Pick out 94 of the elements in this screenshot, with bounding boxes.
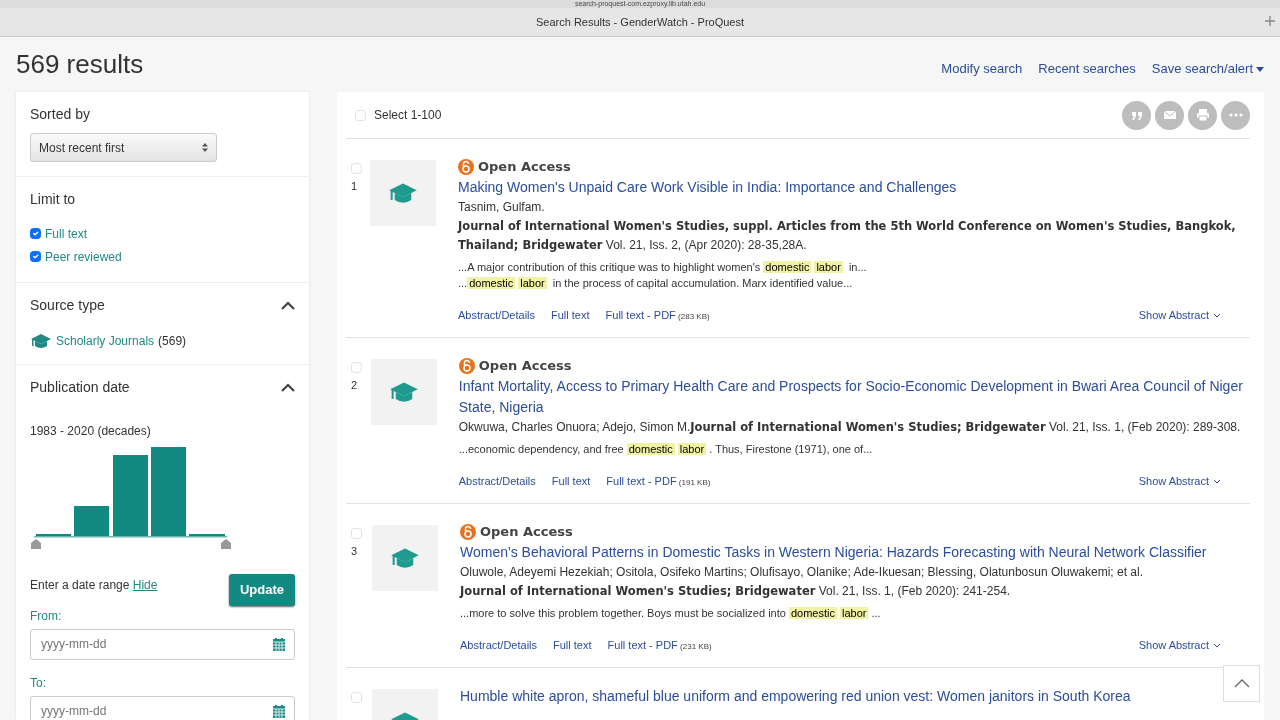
more-button[interactable] (1221, 100, 1250, 130)
select-all-label: Select 1-100 (374, 107, 442, 124)
chevron-up-icon[interactable] (281, 382, 295, 393)
document-link[interactable]: Full text (553, 636, 592, 653)
snippet-text: ...more to solve this problem together. Boys must be socialized into (460, 606, 787, 619)
open-access-label: Open Access (478, 357, 572, 375)
highlighted-term: domestic (626, 442, 675, 455)
document-link[interactable]: Full text - PDF (283 KB) (605, 306, 710, 323)
document-link[interactable]: Abstract/Details (458, 306, 536, 323)
file-size: (283 KB) (677, 311, 710, 321)
checkbox[interactable] (30, 228, 41, 239)
document-link[interactable]: Abstract/Details (458, 472, 536, 489)
range-label: 1983 - 2020 (decades) (30, 423, 152, 440)
document-link[interactable]: Full text (551, 306, 590, 323)
date-field[interactable]: yyyy-mm-dd (30, 695, 295, 720)
quote-button[interactable] (1122, 100, 1151, 130)
snippet-text: in the process of capital accumulation. Marx identified value... (551, 276, 853, 289)
sort-arrows-icon (202, 143, 208, 152)
chevron-down-icon (1214, 643, 1220, 648)
file-size: (191 KB) (677, 477, 711, 487)
highlighted-term: labor (839, 606, 869, 619)
citation-text: Journal of International Women's Studies, suppl. Articles from the 5th World Conference on Women's Studies, Bangkok, Thailand; Bridgewater Vol. 21, Iss. 2, (Apr 2020): 28-35,28A. (458, 217, 1237, 254)
field-label: From: (30, 607, 63, 625)
email-button[interactable] (1155, 100, 1184, 130)
action-link[interactable]: Modify search (941, 58, 1023, 79)
record-number: 2 (351, 378, 358, 393)
section-heading: Sorted by (30, 105, 91, 124)
document-link[interactable]: Full text (551, 472, 591, 489)
record-title[interactable]: Humble white apron, shameful blue uniform and empowering red union vest: Women janitors in South Korea (460, 686, 1131, 707)
highlighted-term: domestic (467, 276, 516, 289)
chevron-up-icon (1233, 679, 1250, 688)
graduation-cap-icon (389, 547, 421, 569)
snippet-text: ...A major contribution of this critique was to highlight women's (458, 260, 762, 273)
snippet-text: ...economic dependency, and free (458, 442, 625, 455)
citation-text: Oluwole, Adeyemi Hezekiah; Ositola, Osifeko Martins; Olufisayo, Olanike; Ade-Ikuesan; Blessing, Olatunbosun Oluwakemi; et al. (460, 563, 1144, 581)
open-access-icon (458, 158, 474, 175)
hide-link[interactable]: Hide (132, 578, 158, 592)
histogram-bar (74, 506, 109, 537)
sort-dropdown[interactable]: Most recent first (30, 133, 217, 162)
scroll-top-button[interactable] (1223, 665, 1260, 702)
record-number: 1 (351, 179, 358, 194)
citation-text: Journal of International Women's Studies; Bridgewater Vol. 21, Iss. 1, (Feb 2020): 241-254. (460, 582, 1012, 600)
citation-text: Tasnim, Gulfam. (458, 198, 546, 216)
record-number: 3 (351, 544, 358, 559)
show-abstract-link[interactable]: Show Abstract (1138, 306, 1220, 323)
section-heading: Publication date (30, 378, 130, 397)
window-title: Search Results - GenderWatch - ProQuest (535, 14, 745, 30)
snippet-text: ... (458, 276, 468, 289)
snippet-text: in... (847, 260, 867, 273)
update-button[interactable]: Update (228, 574, 295, 606)
result-count: 569 results (16, 48, 144, 81)
section-heading: Source type (30, 296, 105, 315)
record-title[interactable]: Infant Mortality, Access to Primary Health Care and Prospects for Socio-Economic Development in Bwari Area Council of Niger State, Nigeria (458, 375, 1250, 418)
checkbox[interactable] (30, 251, 41, 262)
show-abstract-link[interactable]: Show Abstract (1138, 636, 1220, 653)
open-access-label: Open Access (478, 158, 571, 176)
record-title[interactable]: Women's Behavioral Patterns in Domestic Tasks in Western Nigeria: Hazards Forecasting with Neural Network Classifier (460, 541, 1207, 563)
highlighted-term: labor (518, 276, 547, 289)
date-range-label: Enter a date range (30, 578, 130, 592)
highlighted-term: labor (814, 260, 843, 273)
filter-label[interactable]: Full text (45, 224, 87, 243)
result-count: (569) (158, 333, 187, 350)
new-tab-icon[interactable] (1264, 15, 1276, 27)
print-button[interactable] (1188, 100, 1217, 130)
citation-text: Okwuwa, Charles Onuora; Adejo, Simon M.Journal of International Women's Studies; Bridgewater Vol. 21, Iss. 1, (Feb 2020): 289-308. (458, 418, 1242, 436)
snippet-text: ... (871, 606, 881, 619)
slider-handle-icon[interactable] (31, 539, 41, 549)
chevron-up-icon[interactable] (281, 300, 295, 311)
open-access-icon (460, 523, 476, 540)
highlighted-term: domestic (788, 606, 837, 619)
action-link[interactable]: Recent searches (1038, 58, 1136, 79)
graduation-cap-icon (30, 333, 52, 349)
file-size: (231 KB) (679, 641, 712, 651)
print-icon (1194, 107, 1211, 123)
date-field[interactable]: yyyy-mm-dd (30, 628, 295, 660)
open-access-icon (458, 357, 475, 374)
filter-label[interactable]: Peer reviewed (45, 247, 122, 266)
snippet-text: . Thus, Firestone (1971), one of... (709, 442, 873, 455)
slider-handle-icon[interactable] (221, 539, 231, 549)
chevron-down-icon (1214, 479, 1220, 484)
graduation-cap-icon (387, 182, 419, 204)
document-link[interactable]: Full text - PDF (231 KB) (607, 636, 712, 653)
document-link[interactable]: Abstract/Details (460, 636, 538, 653)
source-type-link[interactable]: Scholarly Journals (56, 332, 155, 350)
highlighted-term: labor (677, 442, 707, 455)
show-abstract-link[interactable]: Show Abstract (1138, 472, 1220, 489)
open-access-label: Open Access (480, 523, 573, 541)
record-title[interactable]: Making Women's Unpaid Care Work Visible in India: Importance and Challenges (458, 176, 957, 198)
highlighted-term: domestic (763, 260, 812, 273)
chevron-down-icon (1214, 313, 1220, 318)
action-link[interactable]: Save search/alert (1151, 58, 1264, 79)
field-label: To: (30, 674, 47, 692)
document-link[interactable]: Full text - PDF (191 KB) (606, 472, 711, 489)
section-heading: Limit to (30, 190, 77, 209)
